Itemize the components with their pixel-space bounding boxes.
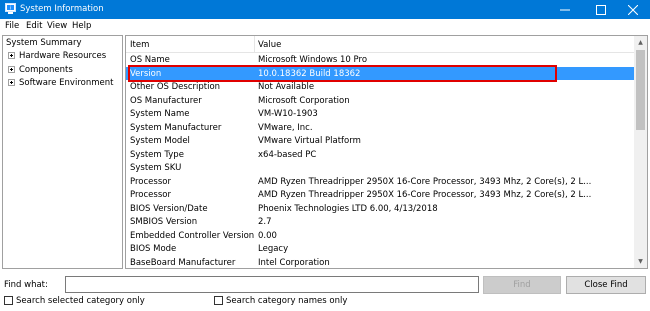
row-item: Processor bbox=[130, 190, 171, 200]
close-find-button[interactable]: Close Find bbox=[566, 276, 646, 294]
row-item: System Name bbox=[130, 109, 190, 119]
search-selected-checkbox[interactable] bbox=[4, 296, 13, 305]
scroll-down-icon[interactable]: ▼ bbox=[634, 255, 647, 268]
maximize-icon bbox=[596, 4, 606, 15]
find-input[interactable] bbox=[65, 276, 479, 293]
row-value: VMware Virtual Platform bbox=[258, 136, 361, 146]
row-value: Microsoft Windows 10 Pro bbox=[258, 55, 368, 65]
row-item: Other OS Description bbox=[130, 82, 221, 92]
row-value: Microsoft Corporation bbox=[258, 95, 350, 106]
find-label: Find what: bbox=[4, 280, 48, 290]
expand-icon[interactable] bbox=[8, 66, 15, 73]
table-row[interactable]: System SKU bbox=[126, 161, 635, 175]
table-row[interactable]: System Type x64-based PC bbox=[126, 148, 635, 162]
minimize-button[interactable] bbox=[548, 0, 582, 19]
minimize-icon bbox=[560, 9, 570, 10]
window-title: System Information bbox=[20, 4, 104, 14]
expand-icon[interactable] bbox=[8, 79, 15, 86]
row-value: Legacy bbox=[258, 244, 289, 254]
title-bar: i System Information bbox=[0, 0, 650, 19]
menu-bar: File Edit View Help bbox=[0, 19, 650, 34]
row-value: Intel Corporation bbox=[258, 257, 330, 268]
row-item: OS Manufacturer bbox=[130, 95, 202, 106]
row-item: Processor bbox=[130, 176, 171, 187]
table-row[interactable]: Other OS Description Not Available bbox=[126, 80, 635, 94]
table-row[interactable]: System Manufacturer VMware, Inc. bbox=[126, 121, 635, 135]
row-value: Phoenix Technologies LTD 6.00, 4/13/2018 bbox=[258, 203, 438, 214]
menu-edit[interactable]: Edit bbox=[26, 21, 42, 31]
tree-item-hardware-resources[interactable]: Hardware Resources bbox=[19, 51, 106, 61]
row-value: 0.00 bbox=[258, 230, 277, 241]
row-value: Not Available bbox=[258, 82, 315, 92]
table-row[interactable]: OS Manufacturer Microsoft Corporation bbox=[126, 94, 635, 108]
row-value: 2.7 bbox=[258, 217, 272, 227]
search-names-checkbox[interactable] bbox=[214, 296, 223, 305]
menu-file[interactable]: File bbox=[5, 21, 19, 31]
table-row[interactable]: System Model VMware Virtual Platform bbox=[126, 134, 635, 148]
find-button[interactable]: Find bbox=[483, 276, 561, 294]
column-header-value[interactable]: Value bbox=[258, 40, 281, 50]
row-item: System Manufacturer bbox=[130, 122, 222, 133]
table-rows: OS Name Microsoft Windows 10 Pro Version 10… bbox=[126, 53, 635, 269]
column-header-item[interactable]: Item bbox=[130, 40, 149, 50]
scroll-up-icon[interactable]: ▲ bbox=[634, 36, 647, 49]
row-item: BIOS Mode bbox=[130, 244, 177, 254]
search-selected-label: Search selected category only bbox=[16, 296, 145, 306]
system-information-icon: i bbox=[5, 3, 16, 14]
category-tree[interactable]: System Summary Hardware Resources Compon… bbox=[2, 35, 123, 269]
table-row[interactable]: BaseBoard Manufacturer Intel Corporation bbox=[126, 256, 635, 269]
details-list[interactable]: Item Value OS Name Microsoft Windows 10 P… bbox=[125, 35, 648, 269]
column-header: Item Value bbox=[126, 36, 635, 53]
table-row[interactable]: System Name VM-W10-1903 bbox=[126, 107, 635, 121]
tree-item-software-environment[interactable]: Software Environment bbox=[19, 78, 113, 88]
row-item: Version bbox=[130, 68, 162, 79]
row-item: BaseBoard Manufacturer bbox=[130, 257, 236, 268]
maximize-button[interactable] bbox=[584, 0, 618, 19]
column-divider[interactable] bbox=[254, 36, 255, 53]
row-item: SMBIOS Version bbox=[130, 217, 198, 227]
row-value: AMD Ryzen Threadripper 2950X 16-Core Pro… bbox=[258, 176, 592, 187]
close-button[interactable] bbox=[616, 0, 650, 19]
table-row[interactable]: OS Name Microsoft Windows 10 Pro bbox=[126, 53, 635, 67]
table-row[interactable]: Processor AMD Ryzen Threadripper 2950X 16… bbox=[126, 188, 635, 202]
table-row[interactable]: Processor AMD Ryzen Threadripper 2950X 16… bbox=[126, 175, 635, 189]
tree-item-components[interactable]: Components bbox=[19, 65, 73, 75]
menu-help[interactable]: Help bbox=[72, 21, 91, 31]
table-row[interactable]: SMBIOS Version 2.7 bbox=[126, 215, 635, 229]
row-item: System Type bbox=[130, 149, 184, 160]
row-item: System SKU bbox=[130, 163, 182, 173]
menu-view[interactable]: View bbox=[47, 21, 67, 31]
table-row[interactable]: Embedded Controller Version 0.00 bbox=[126, 229, 635, 243]
row-item: Embedded Controller Version bbox=[130, 230, 255, 241]
row-item: BIOS Version/Date bbox=[130, 203, 208, 214]
tree-item-system-summary[interactable]: System Summary bbox=[6, 38, 81, 48]
row-value: x64-based PC bbox=[258, 149, 317, 160]
row-value: VMware, Inc. bbox=[258, 122, 313, 133]
svg-text:i: i bbox=[10, 6, 11, 12]
row-value: AMD Ryzen Threadripper 2950X 16-Core Pro… bbox=[258, 190, 592, 200]
vertical-scrollbar[interactable]: ▲ ▼ bbox=[634, 36, 647, 268]
row-item: System Model bbox=[130, 136, 190, 146]
row-item: OS Name bbox=[130, 55, 170, 65]
expand-icon[interactable] bbox=[8, 52, 15, 59]
close-icon bbox=[628, 4, 638, 15]
scrollbar-thumb[interactable] bbox=[636, 50, 645, 130]
table-row[interactable]: Version 10.0.18362 Build 18362 bbox=[126, 66, 635, 80]
search-names-label: Search category names only bbox=[226, 296, 348, 306]
row-value: 10.0.18362 Build 18362 bbox=[258, 68, 361, 79]
table-row[interactable]: BIOS Version/Date Phoenix Technologies LT… bbox=[126, 202, 635, 216]
row-value: VM-W10-1903 bbox=[258, 109, 318, 119]
table-row[interactable]: BIOS Mode Legacy bbox=[126, 242, 635, 256]
